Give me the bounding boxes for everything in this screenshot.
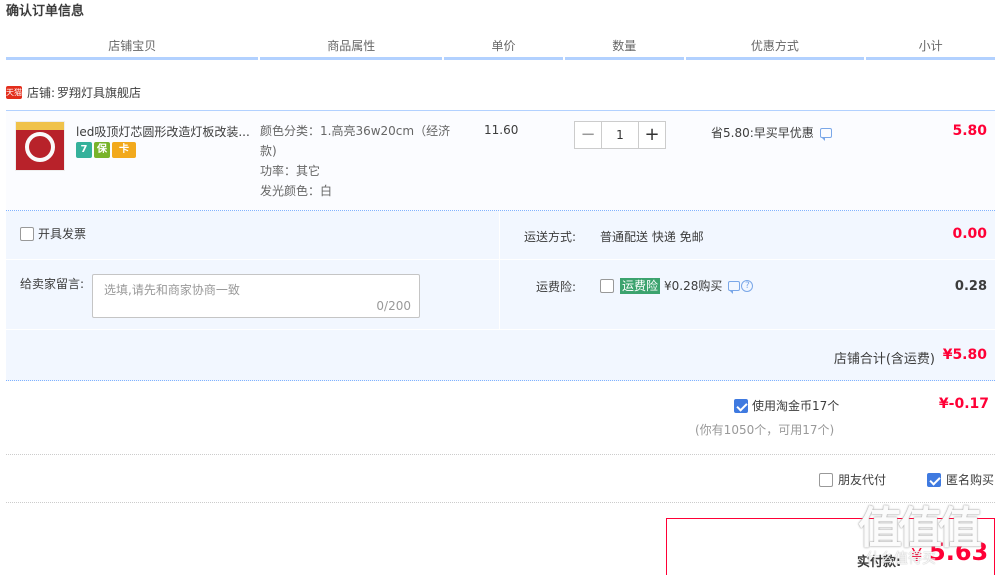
shop-line: 天猫 店铺: 罗翔灯具旗舰店 <box>6 84 141 101</box>
shop-total-row: 店铺合计(含运费) ¥5.80 <box>6 329 995 381</box>
shop-label: 店铺: <box>27 86 56 100</box>
shipping-cost: 0.00 <box>952 226 987 242</box>
invoice-label[interactable]: 开具发票 <box>38 225 86 242</box>
column-quantity: 数量 <box>564 34 684 60</box>
watermark-caption: 什么值得买 <box>866 551 936 567</box>
quantity-increase-button[interactable]: + <box>638 121 666 149</box>
product-title-link[interactable]: led吸顶灯芯圆形改造灯板改装... <box>76 123 256 140</box>
attribute-power: 功率：其它 <box>260 164 321 178</box>
shop-name-link[interactable]: 罗翔灯具旗舰店 <box>57 84 141 101</box>
order-table-header: 店铺宝贝 商品属性 单价 数量 优惠方式 小计 <box>6 34 995 60</box>
seven-day-return-icon[interactable]: 7 <box>76 142 92 158</box>
tmall-icon: 天猫 <box>6 86 22 99</box>
friend-pay-checkbox[interactable] <box>819 472 833 487</box>
unit-price: 11.60 <box>484 123 519 137</box>
product-attributes: 颜色分类：1.高亮36w20cm（经济款) 功率：其它 发光颜色：白 <box>260 121 456 201</box>
anonymous-option[interactable]: 匿名购买 <box>927 471 994 488</box>
invoice-checkbox[interactable] <box>20 226 34 241</box>
comment-icon[interactable] <box>819 127 832 141</box>
coins-checkbox[interactable] <box>734 398 748 413</box>
anonymous-checkbox[interactable] <box>927 472 941 487</box>
insurance-label: 运费险: <box>536 280 577 294</box>
quantity-input[interactable]: 1 <box>602 121 638 149</box>
credit-card-icon[interactable]: 卡 <box>112 142 136 158</box>
quantity-decrease-button[interactable]: − <box>574 121 602 149</box>
insurance-option[interactable]: 运费险 ¥0.28购买 ? <box>600 277 754 294</box>
discount-label: 省5.80:早买早优惠 <box>711 126 814 140</box>
shipping-label: 运送方式: <box>524 230 577 244</box>
shipping-method: 普通配送 快递 免邮 <box>600 230 704 244</box>
insurance-price: ¥0.28购买 <box>664 279 723 293</box>
column-shop-item: 店铺宝贝 <box>6 34 259 60</box>
page-title: 确认订单信息 <box>6 4 85 19</box>
coins-hint: (你有1050个，可用17个) <box>695 423 835 437</box>
column-subtotal: 小计 <box>866 34 995 60</box>
coins-option[interactable]: 使用淘金币17个 <box>734 397 839 414</box>
insurance-checkbox[interactable] <box>600 278 614 293</box>
friend-pay-option[interactable]: 朋友代付 <box>819 471 886 488</box>
insurance-cost: 0.28 <box>954 279 987 294</box>
column-discount: 优惠方式 <box>685 34 865 60</box>
insurance-tag: 运费险 <box>620 277 661 294</box>
comment-icon[interactable] <box>728 280 741 294</box>
guarantee-icon[interactable]: 保 <box>94 142 110 158</box>
seller-message-input[interactable]: 选填,请先和商家协商一致 0/200 <box>92 274 420 318</box>
order-extras: 开具发票 运送方式: 普通配送 快递 免邮 0.00 给卖家留言: 选填,请先和… <box>6 211 995 329</box>
seller-message-label: 给卖家留言: <box>20 277 85 291</box>
attribute-light-color: 发光颜色：白 <box>260 184 333 198</box>
anonymous-label[interactable]: 匿名购买 <box>946 471 994 488</box>
quantity-stepper: − 1 + <box>574 121 666 149</box>
watermark-logo: 值值值 <box>858 503 982 554</box>
attribute-color: 颜色分类：1.高亮36w20cm（经济款) <box>260 124 451 158</box>
product-thumbnail[interactable] <box>15 121 65 171</box>
seller-message-placeholder: 选填,请先和商家协商一致 <box>104 283 240 297</box>
service-badges: 7 保 卡 <box>76 142 136 158</box>
help-icon[interactable]: ? <box>741 279 754 292</box>
coins-label[interactable]: 使用淘金币17个 <box>752 397 839 414</box>
column-price: 单价 <box>444 34 563 60</box>
item-subtotal: 5.80 <box>952 123 987 139</box>
character-counter: 0/200 <box>376 299 411 313</box>
order-item-row: led吸顶灯芯圆形改造灯板改装... 7 保 卡 颜色分类：1.高亮36w20c… <box>6 110 995 211</box>
invoice-option[interactable]: 开具发票 <box>20 225 86 242</box>
friend-pay-label[interactable]: 朋友代付 <box>838 471 886 488</box>
coins-discount: ¥-0.17 <box>938 396 989 412</box>
shop-total-label: 店铺合计(含运费) <box>833 352 935 367</box>
column-attributes: 商品属性 <box>260 34 443 60</box>
shop-total-value: ¥5.80 <box>942 347 987 363</box>
discount-info: 省5.80:早买早优惠 <box>711 124 832 141</box>
